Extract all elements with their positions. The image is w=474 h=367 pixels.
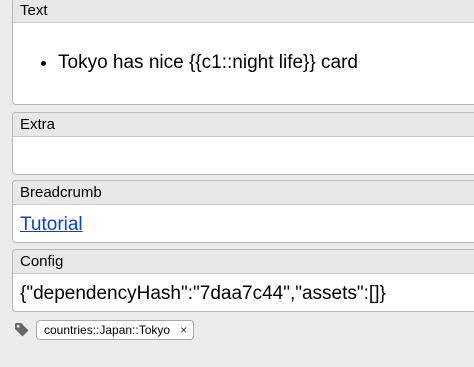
tag-label: countries::Japan::Tokyo (44, 323, 171, 337)
field-label-breadcrumb: Breadcrumb (13, 181, 474, 205)
field-text: Text Tokyo has nice {{c1::night life}} c… (12, 0, 474, 105)
tag-icon (14, 322, 30, 338)
text-editor[interactable]: Tokyo has nice {{c1::night life}} card (13, 52, 474, 74)
field-extra: Extra (12, 112, 474, 175)
breadcrumb-link-tutorial[interactable]: Tutorial (20, 214, 83, 235)
config-editor[interactable]: {"dependencyHash":"7daa7c44","assets":[]… (13, 274, 474, 305)
field-breadcrumb: Breadcrumb Tutorial (12, 180, 474, 243)
field-label-text: Text (13, 0, 474, 23)
bullet-list: Tokyo has nice {{c1::night life}} card (20, 52, 474, 74)
list-item[interactable]: Tokyo has nice {{c1::night life}} card (58, 52, 474, 74)
tag-editor[interactable]: countries::Japan::Tokyo × (14, 318, 195, 342)
close-icon[interactable]: × (180, 323, 187, 337)
breadcrumb-editor[interactable]: Tutorial (13, 205, 474, 236)
field-label-extra: Extra (13, 113, 474, 137)
field-label-config: Config (13, 250, 474, 274)
field-config: Config {"dependencyHash":"7daa7c44","ass… (12, 249, 474, 312)
tag-chip[interactable]: countries::Japan::Tokyo × (36, 320, 195, 340)
